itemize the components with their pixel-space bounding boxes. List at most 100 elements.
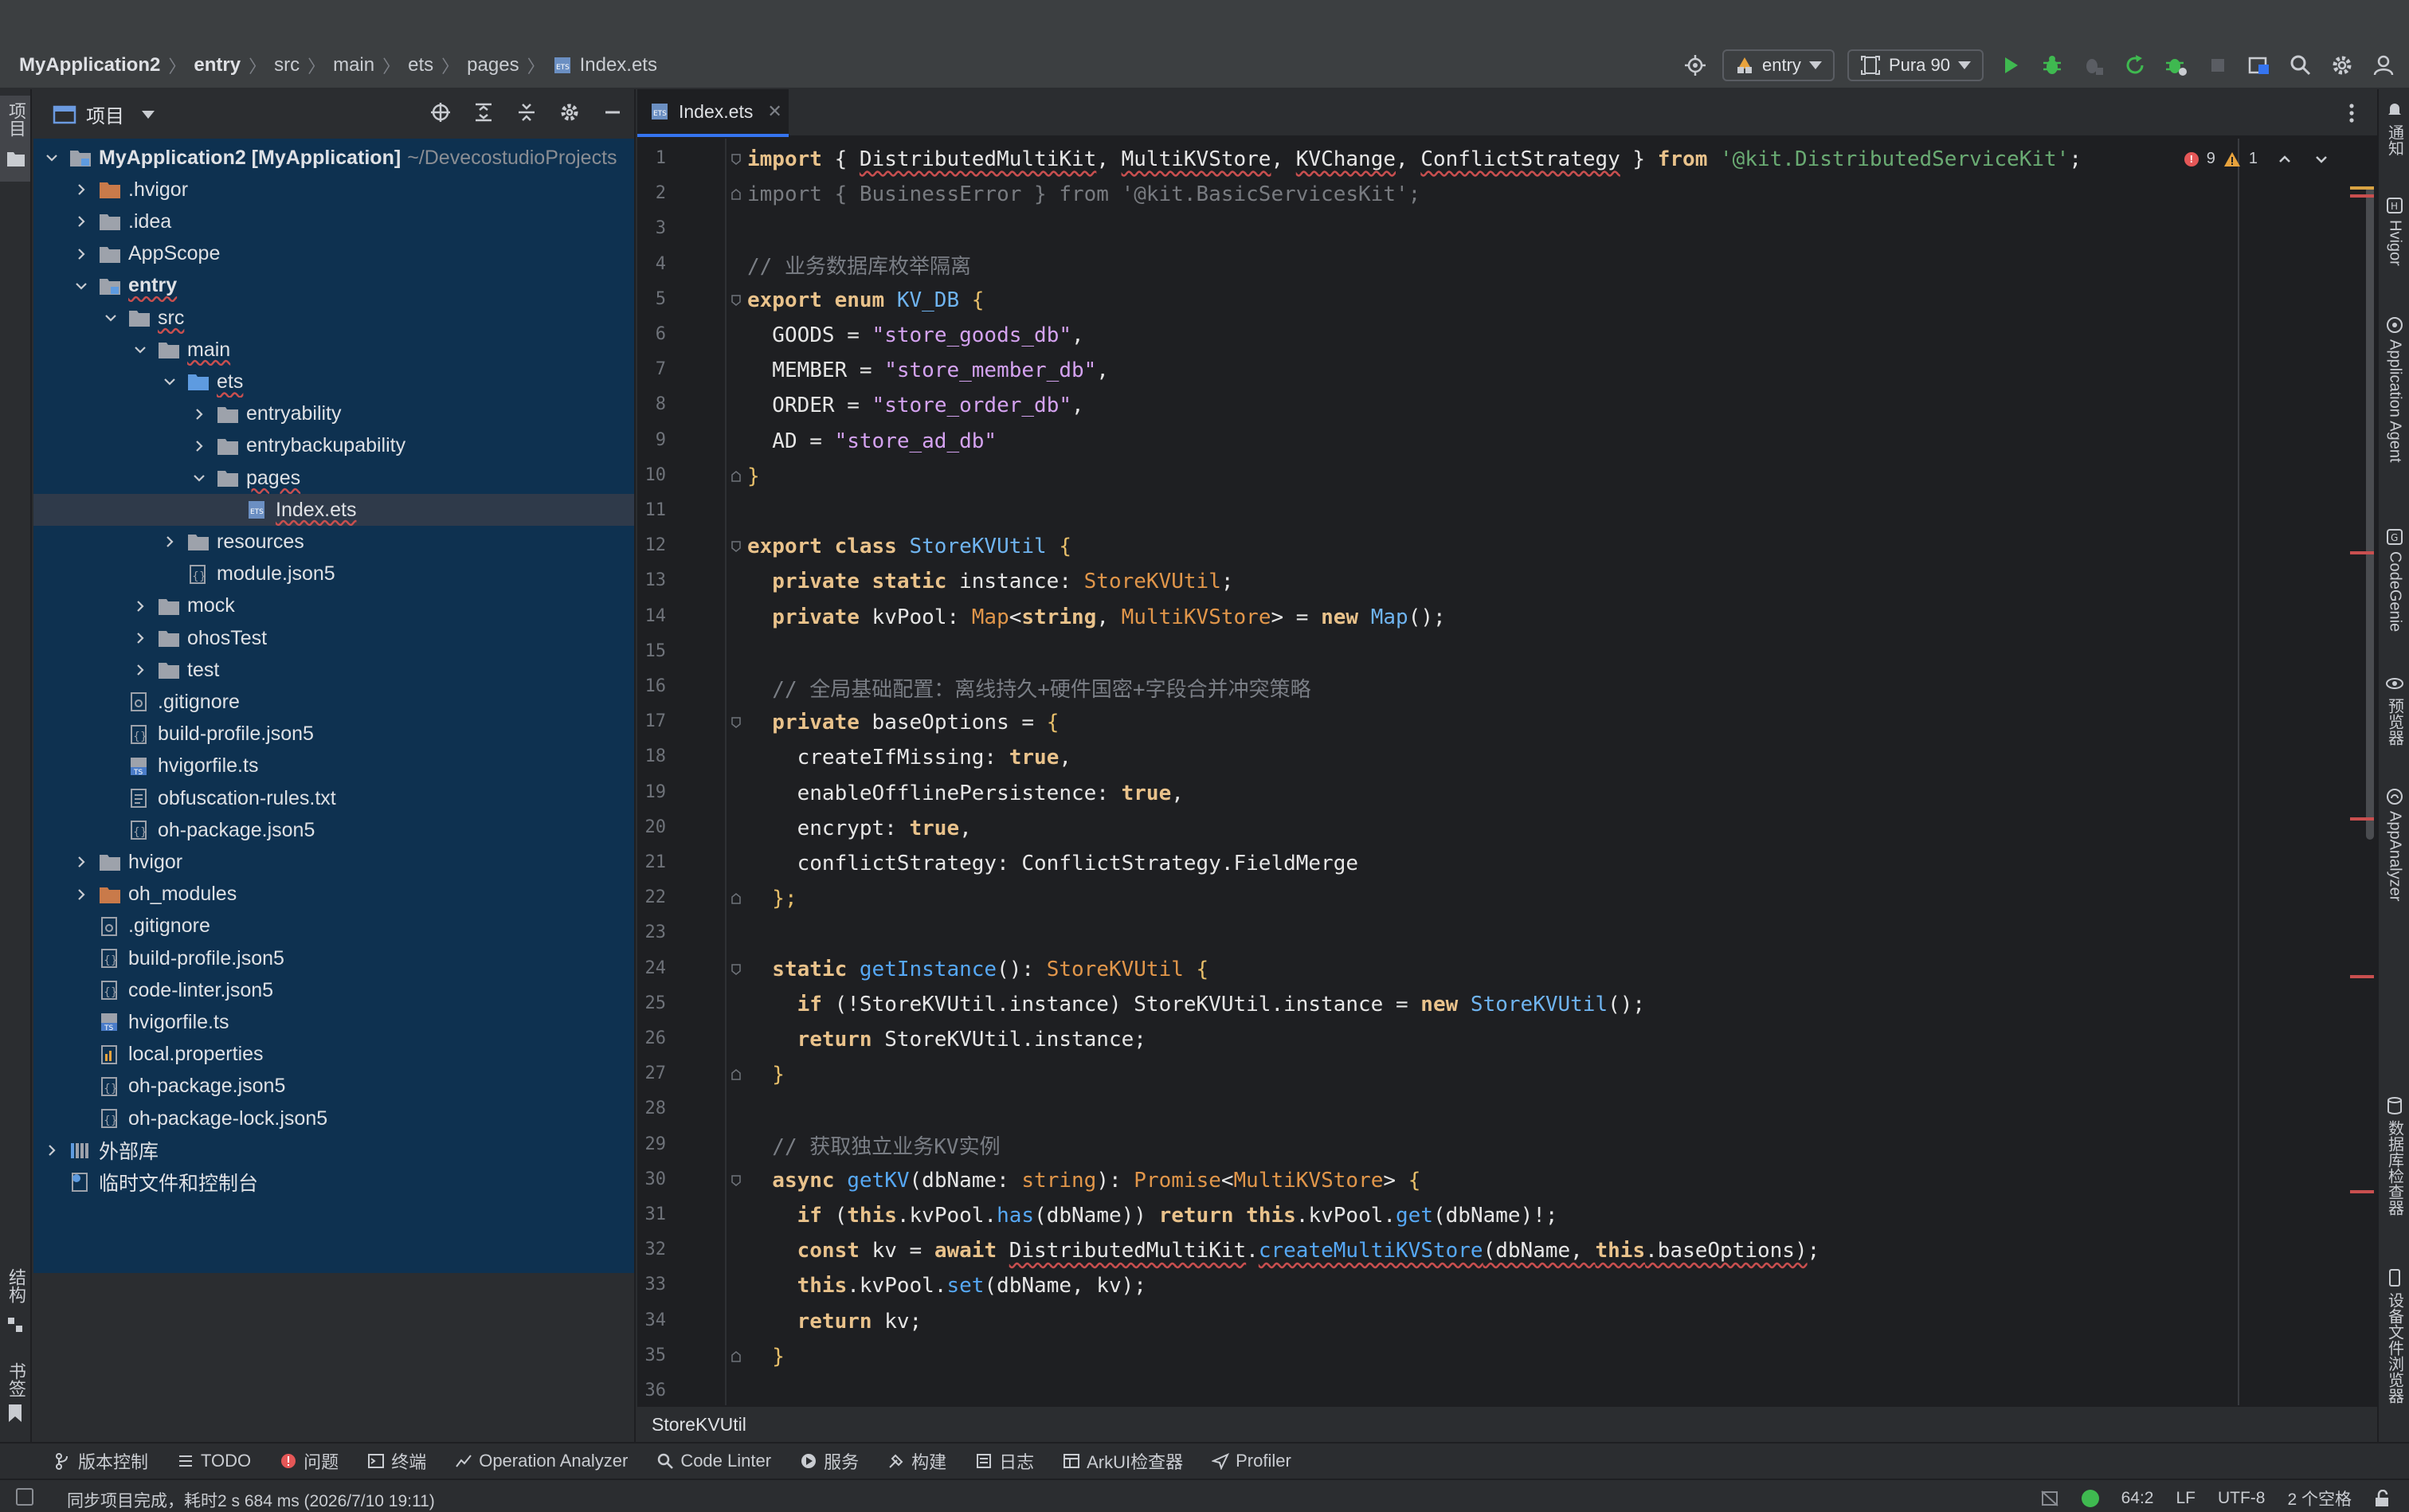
chevron-right-icon[interactable] <box>131 597 149 615</box>
unlock-icon[interactable] <box>2374 1490 2390 1507</box>
fold-marker-icon[interactable] <box>730 892 742 905</box>
tree-item[interactable]: src <box>33 302 634 334</box>
line-number[interactable]: 26 <box>637 1028 667 1048</box>
tree-item[interactable]: main <box>33 334 634 366</box>
code-line[interactable]: // 全局基础配置：离线持久+硬件国密+字段合并冲突策略 <box>747 670 1310 705</box>
code-editor[interactable]: ! 9 1 1 import { DistributedMultiKit, Mul… <box>637 139 2377 1405</box>
line-number[interactable]: 10 <box>637 465 667 485</box>
chevron-right-icon[interactable] <box>131 661 149 679</box>
tree-item[interactable]: mock <box>33 590 634 622</box>
stripe-device-file-explorer[interactable]: 设备文件浏览器 <box>2379 1268 2409 1404</box>
line-number[interactable]: 31 <box>637 1205 667 1224</box>
fold-marker-icon[interactable] <box>730 188 742 201</box>
service-status-icon[interactable] <box>2081 1490 2099 1507</box>
line-number[interactable]: 28 <box>637 1099 667 1118</box>
tree-item[interactable]: {} oh-package.json5 <box>33 814 634 846</box>
tree-item[interactable]: .idea <box>33 206 634 237</box>
profile-icon[interactable] <box>2159 48 2194 83</box>
tree-item[interactable]: 临时文件和控制台 <box>33 1166 634 1198</box>
no-power-save-icon[interactable] <box>2040 1490 2059 1507</box>
code-line[interactable]: ORDER = "store_order_db", <box>747 388 1083 423</box>
project-tree[interactable]: MyApplication2 [MyApplication] ~/Devecost… <box>33 139 634 1273</box>
file-encoding[interactable]: UTF-8 <box>2218 1489 2266 1508</box>
tree-item[interactable]: entrybackupability <box>33 430 634 462</box>
tool-profiler[interactable]: Profiler <box>1212 1451 1291 1471</box>
project-structure-icon[interactable] <box>2242 48 2277 83</box>
expand-all-icon[interactable] <box>468 97 499 127</box>
line-number[interactable]: 29 <box>637 1134 667 1154</box>
code-line[interactable]: AD = "store_ad_db" <box>747 424 997 459</box>
tool-build[interactable]: 构建 <box>887 1448 946 1474</box>
line-number[interactable]: 23 <box>637 922 667 942</box>
line-number[interactable]: 13 <box>637 570 667 590</box>
chevron-up-icon[interactable] <box>2277 151 2293 167</box>
more-vertical-icon[interactable] <box>2339 100 2364 126</box>
line-number[interactable]: 6 <box>637 324 666 344</box>
chevron-down-icon[interactable] <box>131 341 149 358</box>
code-line[interactable]: return StoreKVUtil.instance; <box>747 1022 1146 1057</box>
code-line[interactable]: if (!StoreKVUtil.instance) StoreKVUtil.i… <box>747 987 1645 1022</box>
breadcrumb-src[interactable]: src <box>274 54 300 76</box>
error-marker[interactable] <box>2350 817 2374 821</box>
line-number[interactable]: 21 <box>637 852 667 872</box>
gear-icon[interactable] <box>554 97 585 127</box>
stripe-project-label[interactable]: 项目 <box>3 102 29 137</box>
chevron-right-icon[interactable] <box>43 1142 61 1159</box>
chevron-down-icon[interactable] <box>102 309 119 327</box>
line-number[interactable]: 25 <box>637 993 667 1013</box>
editor-scrollbar[interactable] <box>2364 139 2376 1405</box>
stripe-codegenie[interactable]: G CodeGenie <box>2379 527 2409 632</box>
code-line[interactable]: this .kvPool. set (dbName, kv); <box>747 1268 1146 1303</box>
indent-setting[interactable]: 2 个空格 <box>2287 1487 2352 1510</box>
chevron-right-icon[interactable] <box>72 245 90 263</box>
warning-marker[interactable] <box>2350 186 2374 190</box>
line-number[interactable]: 2 <box>637 183 666 203</box>
fold-marker-icon[interactable] <box>730 470 742 483</box>
code-line[interactable]: export enum KV_DB { <box>747 283 984 318</box>
breadcrumb-project[interactable]: MyApplication2 <box>19 54 160 76</box>
line-number[interactable]: 8 <box>637 394 666 414</box>
code-line[interactable]: conflictStrategy: ConflictStrategy.Field… <box>747 846 1358 881</box>
tree-item[interactable]: TS hvigorfile.ts <box>33 1006 634 1038</box>
device-selector[interactable]: Pura 90 <box>1847 49 1984 81</box>
error-marker[interactable] <box>2350 975 2374 978</box>
chevron-down-icon[interactable] <box>72 277 90 295</box>
chevron-right-icon[interactable] <box>190 405 208 423</box>
fold-marker-icon[interactable] <box>730 716 742 729</box>
tree-item[interactable]: {} oh-package.json5 <box>33 1071 634 1103</box>
code-line[interactable]: private static instance: StoreKVUtil; <box>747 564 1233 599</box>
tree-item[interactable]: {} code-linter.json5 <box>33 974 634 1006</box>
code-line[interactable]: // 业务数据库枚举隔离 <box>747 248 971 283</box>
search-icon[interactable] <box>2283 48 2318 83</box>
target-icon[interactable] <box>1678 48 1713 83</box>
stop-icon[interactable] <box>2200 48 2235 83</box>
chevron-down-icon[interactable] <box>161 373 178 390</box>
line-number[interactable]: 18 <box>637 746 667 766</box>
tree-item[interactable]: TS hvigorfile.ts <box>33 750 634 782</box>
chevron-down-icon[interactable] <box>2313 151 2329 167</box>
code-line[interactable]: if (this .kvPool. has (dbName)) return this… <box>747 1198 1558 1233</box>
stripe-notifications[interactable]: 通知 <box>2379 100 2409 156</box>
chevron-right-icon[interactable] <box>72 213 90 230</box>
tree-item[interactable]: {} oh-package-lock.json5 <box>33 1103 634 1134</box>
line-number[interactable]: 11 <box>637 500 667 520</box>
account-icon[interactable] <box>2366 48 2401 83</box>
line-number[interactable]: 12 <box>637 535 667 555</box>
chevron-down-icon[interactable] <box>190 469 208 487</box>
line-number[interactable]: 9 <box>637 430 666 450</box>
hide-panel-icon[interactable] <box>597 97 628 127</box>
line-number[interactable]: 15 <box>637 641 667 661</box>
tree-item[interactable]: {} build-profile.json5 <box>33 719 634 750</box>
tree-item[interactable]: {} module.json5 <box>33 558 634 590</box>
breadcrumb-entry[interactable]: entry <box>194 54 241 76</box>
stripe-bookmarks-label[interactable]: 书签 <box>3 1362 29 1397</box>
line-number[interactable]: 17 <box>637 711 667 731</box>
fold-marker-icon[interactable] <box>730 1068 742 1081</box>
chevron-right-icon[interactable] <box>72 886 90 903</box>
error-marker[interactable] <box>2350 551 2374 554</box>
line-number[interactable]: 27 <box>637 1063 667 1083</box>
code-breadcrumb[interactable]: StoreKVUtil <box>637 1405 2377 1442</box>
code-line[interactable]: import { DistributedMultiKit, MultiKVSto… <box>747 142 2082 177</box>
tool-problems[interactable]: 问题 <box>280 1448 339 1474</box>
line-number[interactable]: 33 <box>637 1275 667 1295</box>
